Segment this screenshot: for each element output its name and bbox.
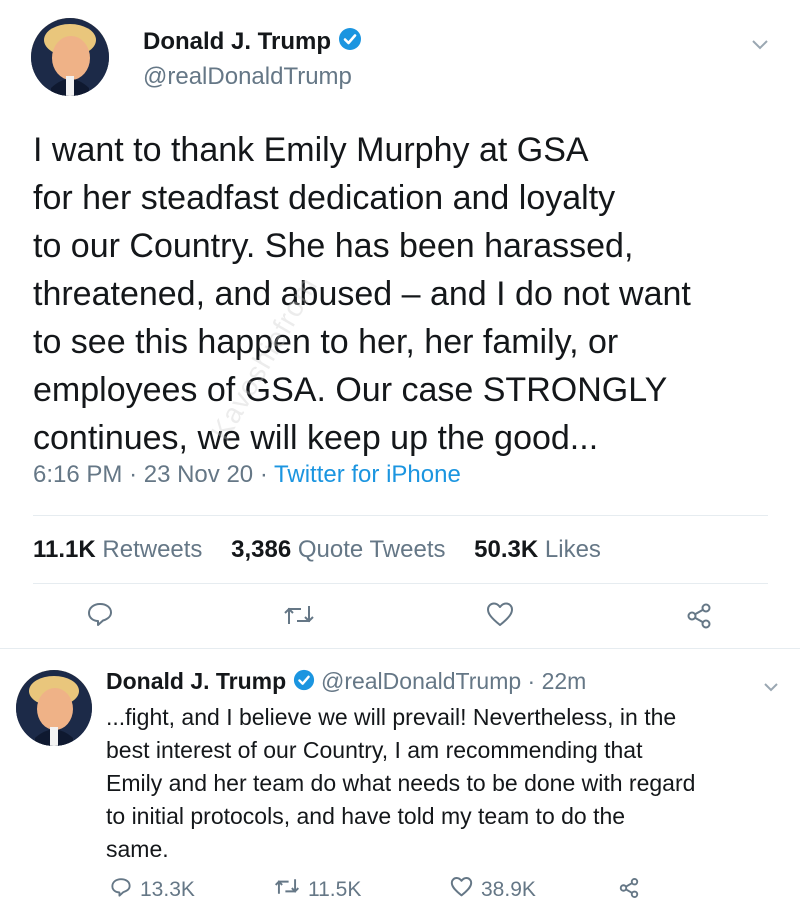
tweet-line: employees of GSA. Our case STRONGLY: [33, 371, 668, 409]
author-avatar[interactable]: [31, 18, 109, 96]
verified-icon: [338, 27, 362, 58]
like-icon[interactable]: [486, 601, 514, 627]
like-count: 38.9K: [481, 877, 536, 901]
chevron-down-icon[interactable]: [763, 679, 779, 697]
reply-line: same.: [106, 836, 169, 862]
tweet-line: to our Country. She has been harassed,: [33, 227, 634, 265]
reply-header: Donald J. Trump @realDonaldTrump · 22m: [106, 668, 586, 697]
reply-line: best interest of our Country, I am recom…: [106, 737, 643, 763]
divider: [33, 583, 768, 584]
quotes-count: 3,386: [231, 536, 292, 563]
retweet-count: 11.5K: [308, 877, 362, 901]
meta-separator: ·: [259, 461, 268, 488]
author-name[interactable]: Donald J. Trump: [143, 27, 362, 58]
reply-action-like[interactable]: 38.9K: [450, 876, 536, 903]
reply-action-retweet[interactable]: 11.5K: [274, 876, 361, 903]
tweet-line: continues, we will keep up the good...: [33, 419, 599, 457]
quotes-stat[interactable]: 3,386 Quote Tweets: [231, 536, 452, 563]
reply-author-name[interactable]: Donald J. Trump: [106, 668, 286, 694]
tweet-meta: 6:16 PM · 23 Nov 20 · Twitter for iPhone: [33, 461, 461, 489]
author-handle[interactable]: @realDonaldTrump: [143, 63, 352, 91]
likes-label: Likes: [544, 536, 601, 563]
meta-separator: ·: [129, 461, 138, 488]
reply-line: Emily and her team do what needs to be d…: [106, 770, 696, 796]
retweets-stat[interactable]: 11.1K Retweets: [33, 536, 209, 563]
reply-icon[interactable]: [86, 600, 114, 628]
tweet-time[interactable]: 6:16 PM: [33, 461, 122, 488]
likes-stat[interactable]: 50.3K Likes: [474, 536, 601, 563]
reply-author-avatar[interactable]: [16, 670, 92, 746]
tweet-line: to see this happen to her, her family, o…: [33, 323, 619, 361]
tweet-source[interactable]: Twitter for iPhone: [274, 461, 461, 488]
tweet-text: I want to thank Emily Murphy at GSA for …: [33, 126, 783, 462]
tweet-line: threatened, and abused – and I do not wa…: [33, 275, 691, 313]
share-icon[interactable]: [685, 602, 713, 630]
reply-line: ...fight, and I believe we will prevail!…: [106, 704, 677, 730]
tweet-line: I want to thank Emily Murphy at GSA: [33, 131, 589, 169]
share-icon[interactable]: [618, 877, 640, 904]
likes-count: 50.3K: [474, 536, 539, 563]
reply-handle-time[interactable]: @realDonaldTrump · 22m: [321, 668, 586, 694]
retweets-label: Retweets: [102, 536, 203, 563]
retweet-icon[interactable]: [283, 602, 315, 628]
author-name-text: Donald J. Trump: [143, 27, 332, 55]
tweet-line: for her steadfast dedication and loyalty: [33, 179, 616, 217]
retweet-icon: [274, 876, 300, 903]
tweet-date[interactable]: 23 Nov 20: [144, 461, 253, 488]
reply-count: 13.3K: [140, 878, 195, 901]
chevron-down-icon[interactable]: [751, 38, 769, 56]
reply-text: ...fight, and I believe we will prevail!…: [106, 701, 786, 866]
like-icon: [450, 876, 473, 903]
retweets-count: 11.1K: [33, 536, 96, 563]
quotes-label: Quote Tweets: [297, 536, 446, 563]
divider: [33, 515, 768, 516]
reply-line: to initial protocols, and have told my t…: [106, 803, 626, 829]
reply-action-reply[interactable]: 13.3K: [110, 876, 195, 904]
tweet-stats: 11.1K Retweets 3,386 Quote Tweets 50.3K …: [33, 536, 601, 564]
divider: [0, 648, 800, 649]
verified-icon: [293, 669, 315, 697]
reply-icon: [110, 876, 132, 904]
